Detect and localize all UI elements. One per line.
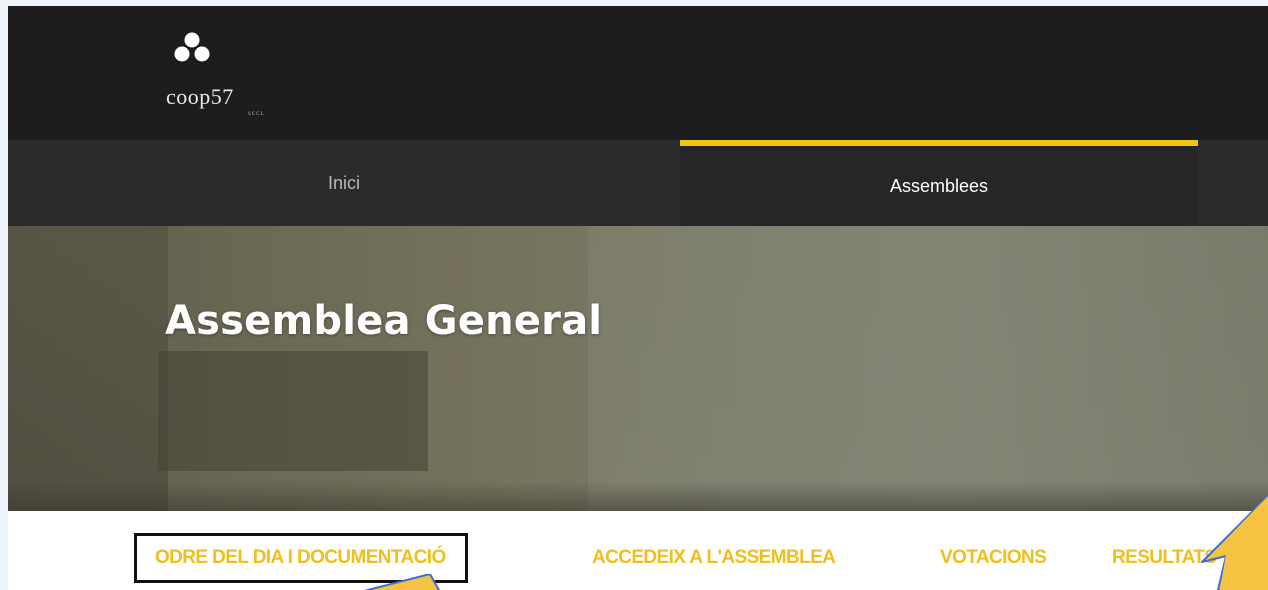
assembly-subnav: ODRE DEL DIA I DOCUMENTACIÓ ACCEDEIX A L…	[8, 511, 1268, 590]
logo-dots-icon	[174, 32, 210, 62]
hero-background-image	[8, 226, 168, 511]
subnav-item-resultats[interactable]: RESULTATS	[1112, 533, 1217, 583]
main-nav: Inici Assemblees	[8, 140, 1268, 226]
nav-item-assemblees[interactable]: Assemblees	[680, 140, 1198, 226]
subnav-item-accedeix[interactable]: ACCEDEIX A L'ASSEMBLEA	[592, 533, 836, 583]
subnav-item-label: ODRE DEL DIA I DOCUMENTACIÓ	[155, 547, 446, 568]
logo-subtext: SCCL	[248, 112, 265, 117]
subnav-item-label: RESULTATS	[1112, 547, 1217, 568]
logo-wordmark: coop57	[166, 84, 234, 109]
nav-item-label: Assemblees	[889, 175, 989, 196]
nav-item-label: Inici	[327, 172, 360, 193]
coop57-logo[interactable]: coop57 SCCL	[166, 30, 286, 120]
subnav-item-label: ACCEDEIX A L'ASSEMBLEA	[592, 547, 836, 568]
nav-item-inici[interactable]: Inici	[8, 140, 680, 226]
subnav-item-votacions[interactable]: VOTACIONS	[940, 533, 1047, 583]
site-header: coop57 SCCL	[8, 6, 1268, 140]
subnav-item-ordre-del-dia[interactable]: ODRE DEL DIA I DOCUMENTACIÓ	[134, 533, 468, 583]
page-title: Assemblea General	[165, 298, 603, 344]
browser-viewport: coop57 SCCL Inici Assemblees Assemblea G…	[8, 6, 1268, 590]
subnav-item-label: VOTACIONS	[940, 547, 1047, 568]
hero-banner: Assemblea General	[8, 226, 1268, 511]
